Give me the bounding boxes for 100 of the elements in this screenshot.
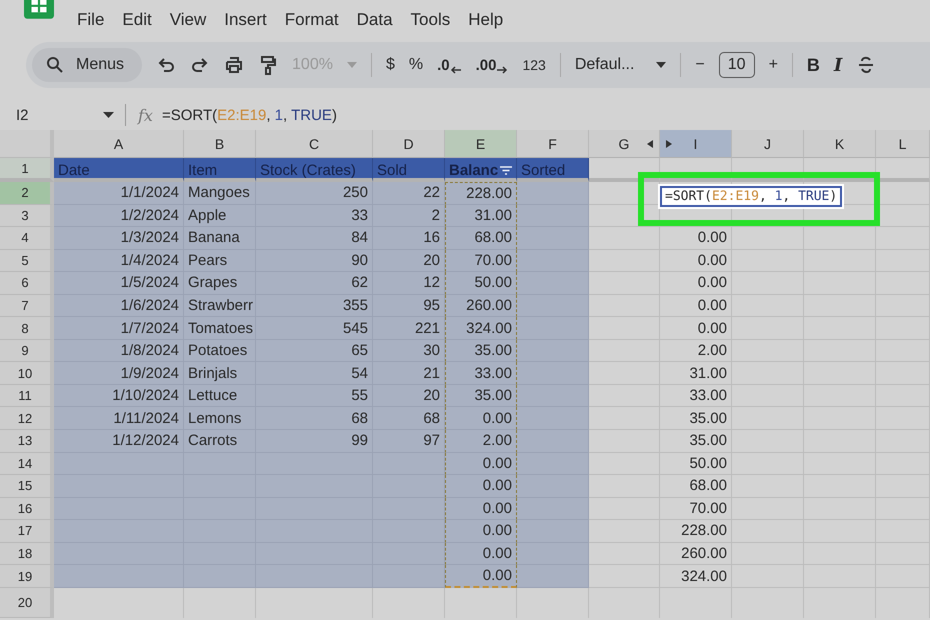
column-header[interactable]: F [517, 130, 589, 158]
row-header[interactable]: 8 [0, 317, 54, 340]
table-cell[interactable]: 54 [256, 362, 373, 385]
table-cell[interactable]: 0.00 [445, 452, 517, 476]
row-header[interactable]: 12 [0, 407, 54, 430]
formula-input[interactable]: =SORT(E2:E19, 1, TRUE) [162, 106, 337, 124]
table-cell[interactable]: 50.00 [660, 452, 732, 476]
table-cell[interactable]: 84 [256, 227, 373, 250]
currency-button[interactable]: $ [386, 56, 395, 74]
row-header[interactable]: 3 [0, 204, 54, 228]
row-header[interactable]: 15 [0, 475, 54, 498]
name-box[interactable]: I2 [0, 106, 86, 124]
menu-item[interactable]: Help [459, 10, 512, 30]
table-cell[interactable] [373, 520, 445, 543]
table-cell[interactable]: 70.00 [445, 250, 517, 272]
table-cell[interactable]: 33.00 [445, 362, 517, 385]
table-cell[interactable] [517, 340, 589, 362]
table-cell[interactable]: 2.00 [660, 340, 732, 362]
table-cell[interactable]: 0.00 [660, 227, 732, 250]
table-cell[interactable]: Pears [184, 250, 256, 272]
table-cell[interactable] [54, 452, 184, 476]
row-header[interactable]: 1 [0, 158, 54, 182]
table-cell[interactable]: 16 [373, 227, 445, 250]
table-cell[interactable]: Tomatoes [184, 317, 256, 340]
table-cell[interactable]: Mangoes [184, 182, 256, 205]
table-cell[interactable]: 20 [373, 250, 445, 272]
column-header[interactable]: D [373, 130, 445, 158]
table-cell[interactable] [54, 520, 184, 543]
table-cell[interactable]: 68.00 [445, 227, 517, 250]
table-cell[interactable] [589, 384, 660, 408]
table-cell[interactable]: 90 [256, 250, 373, 272]
table-cell[interactable]: 68 [256, 407, 373, 430]
table-cell[interactable]: 35.00 [445, 340, 517, 362]
table-cell[interactable]: 0.00 [660, 294, 732, 318]
table-cell[interactable]: 1/11/2024 [54, 407, 184, 430]
table-cell[interactable]: 1/5/2024 [54, 272, 184, 295]
table-cell[interactable] [373, 565, 445, 588]
table-cell[interactable] [589, 272, 660, 295]
table-cell[interactable]: 324.00 [445, 317, 517, 340]
table-cell[interactable]: Apple [184, 204, 256, 228]
menu-item[interactable]: Edit [113, 10, 161, 30]
table-cell[interactable]: 1/4/2024 [54, 250, 184, 272]
table-cell[interactable] [589, 452, 660, 476]
menu-item[interactable]: Format [276, 10, 348, 30]
table-cell[interactable] [517, 430, 589, 453]
decrease-font-size-button[interactable]: − [695, 56, 705, 74]
column-header[interactable]: B [184, 130, 256, 158]
table-cell[interactable]: 1/6/2024 [54, 294, 184, 318]
table-cell[interactable]: 30 [373, 340, 445, 362]
column-header[interactable]: L [876, 130, 930, 158]
decrease-decimal-button[interactable]: .0 [437, 56, 462, 74]
table-cell[interactable] [517, 250, 589, 272]
column-header[interactable]: C [256, 130, 373, 158]
table-cell[interactable]: 0.00 [660, 317, 732, 340]
table-cell[interactable] [876, 227, 930, 250]
table-cell[interactable]: Strawberr [184, 294, 256, 318]
table-cell[interactable] [589, 362, 660, 385]
row-header[interactable]: 11 [0, 384, 54, 408]
table-cell[interactable] [589, 407, 660, 430]
table-cell[interactable] [876, 204, 930, 228]
caret-icon[interactable] [103, 112, 114, 118]
table-cell[interactable]: 31.00 [660, 362, 732, 385]
increase-decimal-button[interactable]: .00 [476, 56, 508, 74]
table-cell[interactable] [517, 407, 589, 430]
table-cell[interactable] [517, 227, 589, 250]
row-header[interactable]: 17 [0, 520, 54, 543]
table-cell[interactable]: 355 [256, 294, 373, 318]
sheets-logo-icon[interactable] [24, 0, 54, 19]
table-cell[interactable] [373, 498, 445, 520]
filter-icon[interactable] [500, 166, 512, 175]
table-cell[interactable]: 2 [373, 204, 445, 228]
expand-arrow-icon[interactable] [647, 140, 653, 148]
row-header[interactable]: 4 [0, 227, 54, 250]
table-cell[interactable]: 21 [373, 362, 445, 385]
table-cell[interactable]: 99 [256, 430, 373, 453]
select-all-corner[interactable] [0, 130, 54, 158]
row-header[interactable]: 6 [0, 272, 54, 295]
paint-format-icon[interactable] [258, 55, 278, 75]
table-cell[interactable]: 20 [373, 384, 445, 408]
table-cell[interactable]: 33.00 [660, 384, 732, 408]
row-header[interactable]: 2 [0, 182, 54, 205]
table-cell[interactable]: 2.00 [445, 430, 517, 453]
table-cell[interactable]: 12 [373, 272, 445, 295]
column-header[interactable]: I [660, 130, 732, 158]
table-cell[interactable]: 228.00 [445, 182, 517, 205]
table-cell[interactable]: 22 [373, 182, 445, 205]
table-cell[interactable] [517, 475, 589, 498]
column-header[interactable]: E [445, 130, 517, 158]
table-cell[interactable]: 1/10/2024 [54, 384, 184, 408]
table-cell[interactable] [54, 542, 184, 566]
table-cell[interactable] [589, 520, 660, 543]
table-cell[interactable]: 545 [256, 317, 373, 340]
table-cell[interactable] [517, 384, 589, 408]
print-icon[interactable] [224, 55, 244, 75]
table-cell[interactable]: 221 [373, 317, 445, 340]
table-cell[interactable]: 70.00 [660, 498, 732, 520]
table-cell[interactable] [589, 498, 660, 520]
table-cell[interactable] [517, 317, 589, 340]
table-cell[interactable] [517, 498, 589, 520]
table-cell[interactable]: 1/3/2024 [54, 227, 184, 250]
